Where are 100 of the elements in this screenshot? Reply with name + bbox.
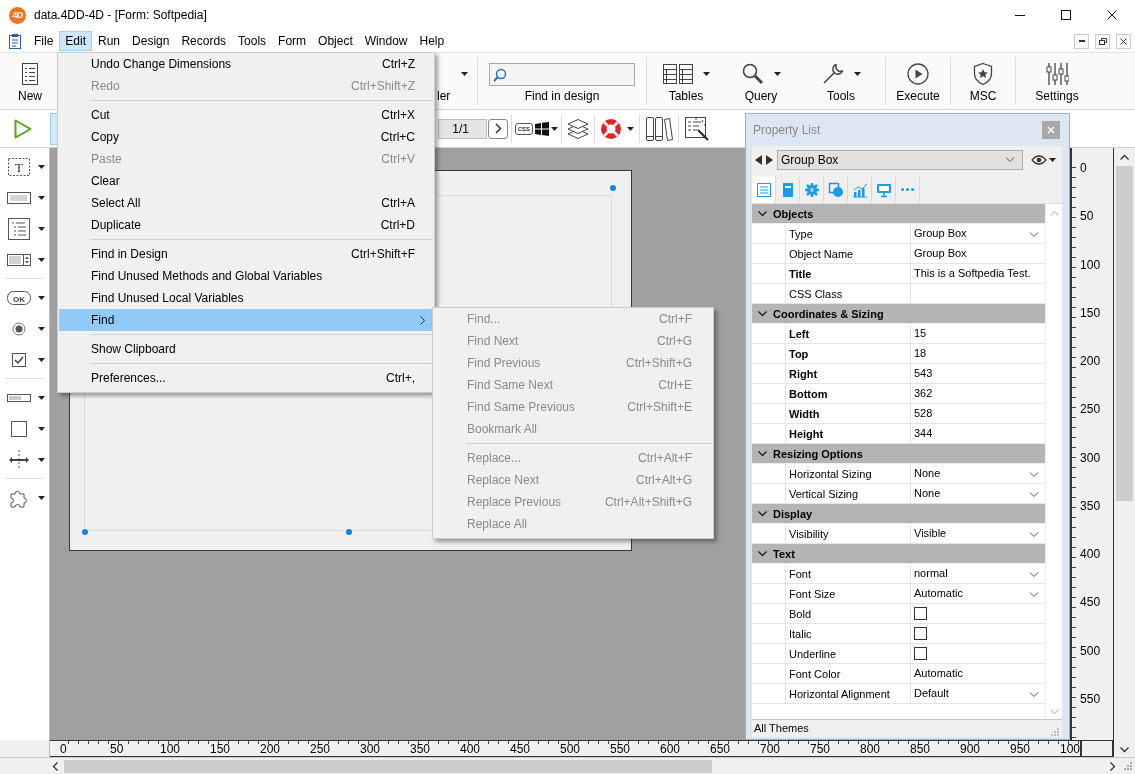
menu-item[interactable]: Find Unused Local Variables [59,287,433,309]
scroll-down-icon[interactable] [1120,747,1129,753]
layers-button[interactable] [565,117,591,140]
checkbox-icon[interactable] [12,352,26,367]
css-platform-button[interactable]: css [515,121,558,136]
menu-item[interactable]: Preferences... Ctrl+, [59,367,433,389]
caret-icon[interactable] [627,126,634,131]
input-field-icon[interactable] [7,191,31,204]
list-icon [755,181,772,198]
caret-icon[interactable] [38,426,45,431]
caret-icon[interactable] [38,357,45,362]
section-header[interactable]: Coordinates & Sizing [752,304,1045,324]
scrollbar-thumb[interactable] [64,759,712,773]
caret-icon[interactable] [38,226,45,231]
button-tool-icon[interactable]: OK [7,290,31,305]
menu-item[interactable]: Clear [59,170,433,192]
toolbar-button[interactable]: Query [721,53,801,109]
menu-item[interactable]: Find [59,309,433,331]
resize-grip-icon[interactable] [1124,762,1132,770]
text-tool-icon[interactable]: T [8,157,30,176]
scroll-right-icon[interactable] [1110,761,1116,771]
menu-item[interactable]: Records [175,31,233,51]
caret-icon[interactable] [38,457,45,462]
search-field[interactable] [489,63,635,86]
list-icon[interactable] [8,217,30,240]
toolbar-button[interactable]: Tables [651,53,721,109]
menu-item[interactable]: Find Unused Methods and Global Variables [59,265,433,287]
spinner-field-icon[interactable] [7,253,31,266]
menu-item[interactable]: Object [312,31,359,51]
menu-item[interactable]: Duplicate Ctrl+D [59,214,433,236]
menu-item[interactable]: Find in Design Ctrl+Shift+F [59,243,433,265]
checkbox[interactable] [914,647,927,660]
help-button[interactable] [598,117,636,140]
ruler-label: 200 [1080,354,1101,368]
minimize-button[interactable] [1074,33,1089,49]
ruler-label: 100 [1060,742,1081,756]
caret-icon[interactable] [38,164,45,169]
scroll-up-icon[interactable] [1120,154,1129,160]
toolbar-button[interactable]: MSC [955,53,1011,109]
menu-item[interactable]: Tools [232,31,273,51]
toolbar-button[interactable]: Execute [890,53,946,109]
close-button[interactable] [1116,33,1131,49]
caret-icon[interactable] [38,326,45,331]
restore-button[interactable] [1095,33,1110,49]
menu-item[interactable]: Edit [59,31,93,51]
caret-icon[interactable] [38,495,45,500]
shortcut-text: Ctrl+, [386,371,415,385]
menu-item[interactable]: Run [92,31,127,51]
page-field[interactable]: 1/1 [438,118,487,139]
object-dropdown[interactable]: Group Box [777,150,1023,170]
menu-item[interactable]: Undo Change Dimensions Ctrl+Z [59,53,433,75]
restore-icon [1098,36,1107,46]
selection-handle[interactable] [82,529,88,535]
section-header[interactable]: Resizing Options [752,444,1045,464]
menu-item[interactable]: Window [358,31,414,51]
ruler-label: 500 [560,742,581,756]
selection-handle[interactable] [346,529,352,535]
section-header[interactable]: Objects [752,204,1045,224]
caret-icon[interactable] [461,72,468,76]
radio-button-icon[interactable] [12,321,26,336]
caret-icon[interactable] [551,126,558,131]
section-header[interactable]: Text [752,544,1045,564]
menu-item[interactable]: Help [413,31,451,51]
caret-icon[interactable] [1049,158,1056,162]
previous-next-arrows-icon[interactable] [755,155,773,165]
caret-icon[interactable] [38,195,45,200]
next-page-button[interactable] [488,118,508,139]
caret-icon[interactable] [38,295,45,300]
selection-handle[interactable] [610,185,616,191]
resize-grip-icon[interactable] [1051,728,1059,736]
table-cell [752,644,786,664]
menu-item[interactable]: Form [272,31,313,51]
caret-icon[interactable] [703,72,710,76]
menu-item[interactable]: File [28,31,60,51]
menu-item[interactable]: Show Clipboard [59,338,433,360]
caret-icon[interactable] [38,257,45,262]
toolbar-button[interactable]: New [0,53,60,109]
clipboard-icon[interactable] [8,33,22,49]
scroll-left-icon[interactable] [52,761,58,771]
toolbar-button[interactable]: Settings [1020,53,1094,109]
menu-item[interactable]: Design [126,31,176,51]
splitter-icon[interactable] [9,449,29,470]
menu-item[interactable]: Copy Ctrl+C [59,126,433,148]
rectangle-icon[interactable] [11,420,27,437]
caret-icon[interactable] [38,395,45,400]
menu-item[interactable]: Cut Ctrl+X [59,104,433,126]
checkbox[interactable] [914,627,927,640]
toolbar-button[interactable]: ler [437,53,473,109]
scrollbar-thumb[interactable] [1116,166,1133,501]
library-button[interactable] [643,115,675,142]
section-header[interactable]: Display [752,504,1045,524]
property-tab[interactable] [752,176,776,203]
menu-item[interactable]: Select All Ctrl+A [59,192,433,214]
progress-bar-icon[interactable] [7,393,31,402]
layers-icon [567,117,589,140]
checkbox[interactable] [914,607,927,620]
eye-icon[interactable] [1031,155,1047,165]
caret-icon[interactable] [774,72,781,76]
toolbar-button[interactable]: Tools [801,53,881,109]
caret-icon[interactable] [854,72,861,76]
